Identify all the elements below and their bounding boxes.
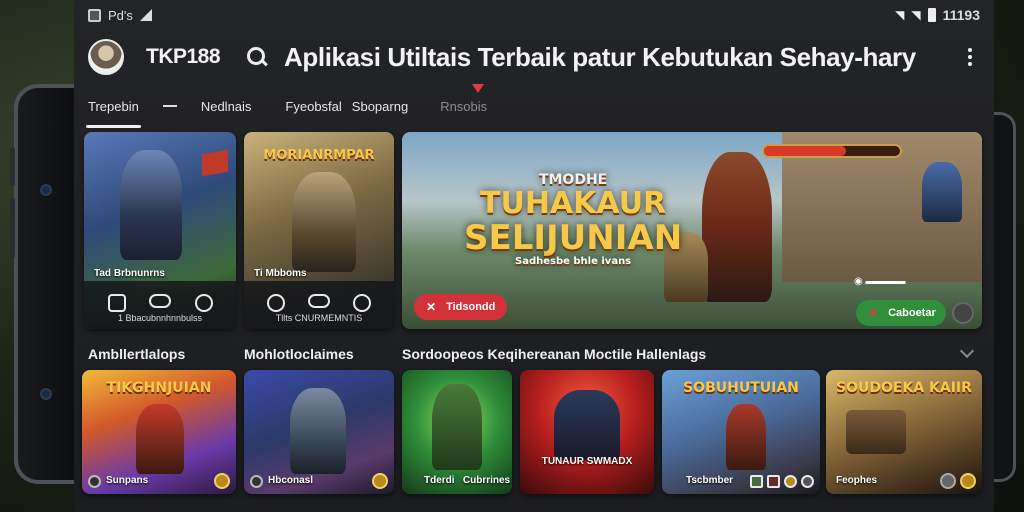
game-card-3[interactable]: Tderdi Cubrrines (402, 370, 512, 494)
page-title: Aplikasi Utiltais Terbaik patur Kebutuka… (284, 41, 916, 72)
health-bar (762, 144, 902, 158)
badge-icon (214, 473, 230, 489)
item-icon (784, 475, 797, 488)
settings-icon[interactable] (194, 294, 213, 312)
featured-card-2[interactable]: MORIANRMPAR Ti Mbboms Tllts CNURMEMNTIS (244, 132, 394, 329)
game-title: TIKGHNJUIAN (106, 380, 212, 396)
gamepad-icon[interactable] (308, 294, 330, 308)
hero-title: TMODHE TUHAKAUR SELIJUNIAN Sadhesbe bhle… (464, 172, 682, 267)
card-title: MORIANRMPAR (263, 148, 375, 163)
badge-icon (372, 473, 388, 489)
orc-figure (432, 384, 482, 470)
hero-figure (702, 152, 772, 302)
avatar[interactable] (88, 39, 124, 75)
hero-banner[interactable]: TMODHE TUHAKAUR SELIJUNIAN Sadhesbe bhle… (402, 132, 982, 329)
featured-card-label: Ti Mbboms (254, 268, 307, 279)
volume-button (10, 148, 15, 186)
sensor-icon (40, 388, 52, 400)
hero-title-line2: SELIJUNIAN (464, 218, 683, 258)
battery-icon (927, 8, 936, 22)
game-label: Sunpans (106, 475, 149, 486)
more-options-icon[interactable] (960, 48, 980, 66)
tab-rnsobis[interactable]: Rnsobis (438, 93, 489, 120)
section-title-3: Sordoopeos Keqihereanan Moctile Hallenla… (402, 346, 707, 362)
close-icon: ✕ (868, 306, 879, 320)
phone-screen: Pd's ◥ ◥ 11193 TKP188 Aplikasi Utiltais … (74, 0, 994, 512)
status-bar: Pd's ◥ ◥ 11193 (74, 0, 994, 30)
warrior-figure (136, 404, 184, 474)
dropdown-caret-icon (472, 84, 484, 93)
phone-frame-left (10, 84, 74, 484)
tab-trepebin[interactable]: Trepebin (86, 93, 141, 128)
tab-divider (162, 105, 177, 107)
hero-right-button[interactable]: ✕ Caboetar (856, 300, 946, 326)
game-label: Hbconasl (268, 475, 314, 486)
item-icon (750, 475, 763, 488)
game-card-1[interactable]: TIKGHNJUIAN Sunpans (82, 370, 236, 494)
avatar-icon (88, 475, 101, 488)
hand-icon[interactable] (107, 294, 126, 312)
tab-sboparng[interactable]: Sboparng (350, 93, 410, 120)
chevron-down-icon[interactable] (959, 343, 975, 359)
game-card-6[interactable]: SOUDOEKA KAIIR Feophes (826, 370, 982, 494)
game-card-4[interactable]: TUNAUR SWMADX (520, 370, 654, 494)
close-icon: ✕ (426, 300, 437, 314)
tab-fyeobsfal[interactable]: Fyeobsfal (283, 93, 343, 120)
knight-figure (120, 150, 182, 260)
featured-card-subtitle: 1 Bbacubnnhnnbulss (117, 313, 203, 323)
hero-right-button-label: Caboetar (888, 307, 936, 319)
card-actions (84, 294, 236, 312)
game-title: TUNAUR SWMADX (541, 456, 633, 467)
game-title: SOUDOEKA KAIIR (836, 380, 972, 396)
featured-card-subtitle: Tllts CNURMEMNTIS (275, 313, 363, 323)
section-title-1: Ambllertlalops (88, 346, 186, 362)
clock: 11193 (942, 7, 980, 23)
search-icon[interactable] (246, 46, 268, 68)
phone-frame-right (994, 112, 1016, 482)
signal-icon (139, 9, 152, 21)
card-actions (244, 294, 394, 312)
hero-status: ◉ ▬▬▬▬ (854, 276, 906, 287)
hero-left-button[interactable]: ✕ Tidsondd (414, 294, 508, 320)
soldier-figure (292, 172, 356, 272)
settings-icon (940, 473, 956, 489)
game-card-2[interactable]: Hbconasl (244, 370, 394, 494)
banner-flag (202, 149, 228, 177)
avatar-icon (250, 475, 263, 488)
armored-figure (290, 388, 346, 474)
tab-bar: Trepebin Nedlnais Fyeobsfal Sboparng Rns… (86, 88, 489, 128)
goggles-character (554, 390, 620, 460)
app-bar: TKP188 Aplikasi Utiltais Terbaik patur K… (74, 34, 994, 80)
timer-icon[interactable] (267, 294, 285, 312)
app-name: TKP188 (146, 45, 221, 68)
card-actions (742, 475, 814, 488)
tab-nedlnais[interactable]: Nedlnais (199, 93, 254, 120)
gamepad-icon[interactable] (149, 294, 171, 308)
info-icon[interactable] (353, 294, 371, 312)
notification-icon (88, 8, 101, 22)
wifi-icon-2: ◥ (911, 8, 921, 22)
game-title: SOBUHUTUIAN (683, 380, 799, 396)
soldier-figure (726, 404, 766, 470)
game-label: Feophes (836, 475, 878, 486)
side-button (10, 198, 15, 258)
flying-figure (922, 162, 962, 222)
section-title-2: Mohlotloclaimes (244, 346, 354, 362)
game-label: Tderdi Cubrrines (424, 475, 511, 486)
hero-title-line1: TUHAKAUR (480, 186, 667, 221)
featured-card-label: Tad Brbnunrns (94, 268, 165, 279)
item-icon (801, 475, 814, 488)
cannon-figure (846, 410, 906, 454)
featured-card-1[interactable]: Tad Brbnunrns 1 Bbacubnnhnnbulss (84, 132, 236, 329)
carrier-label: Pd's (108, 7, 133, 23)
share-icon[interactable] (952, 302, 974, 324)
badge-icon (960, 473, 976, 489)
camera-icon (40, 184, 52, 196)
item-icon (767, 475, 780, 488)
wifi-icon: ◥ (895, 8, 905, 22)
game-label: Tscbmber (686, 475, 734, 486)
game-card-5[interactable]: SOBUHUTUIAN Tscbmber (662, 370, 820, 494)
hero-left-button-label: Tidsondd (446, 301, 496, 313)
